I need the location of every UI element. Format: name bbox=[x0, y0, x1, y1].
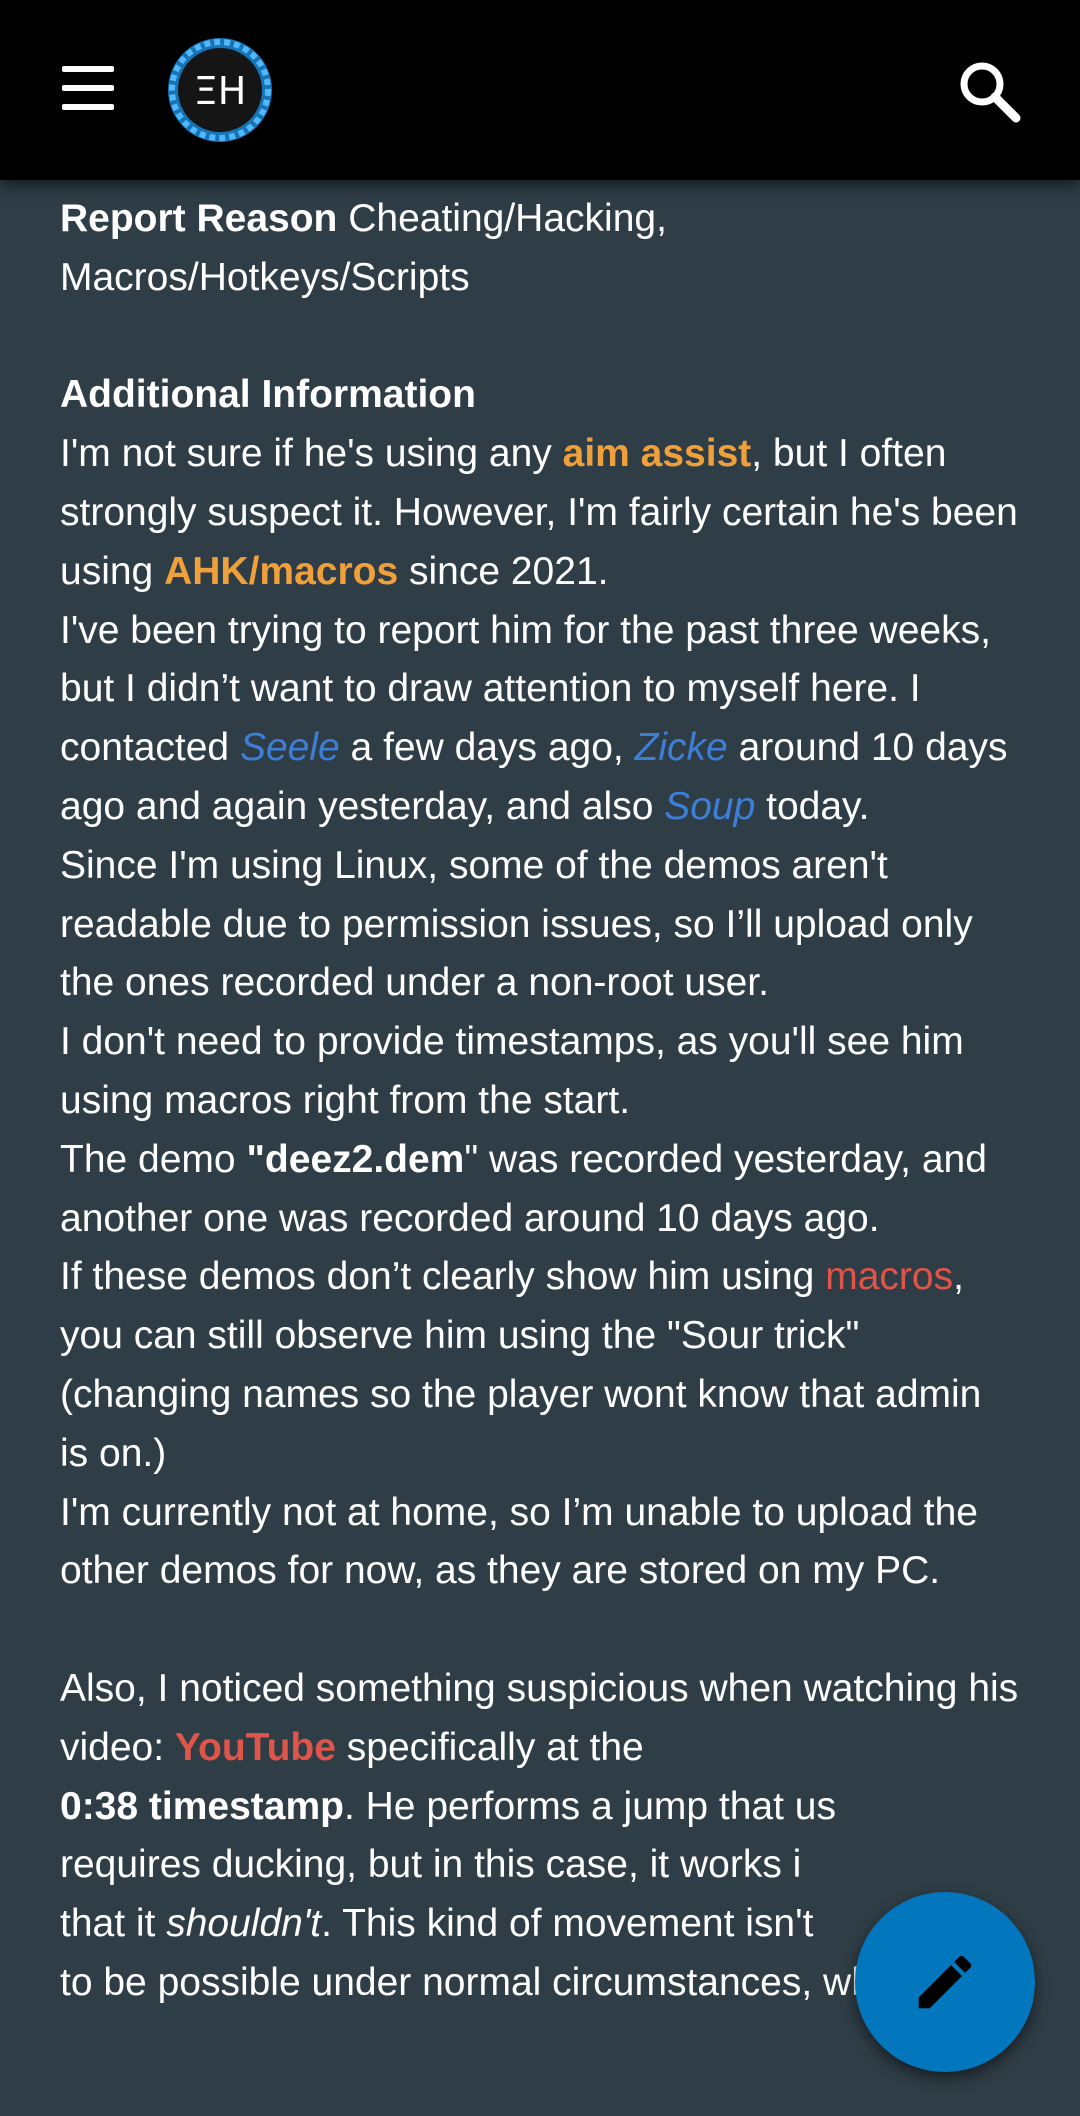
paragraph-3: Since I'm using Linux, some of the demos… bbox=[60, 843, 973, 1005]
text: The demo bbox=[60, 1137, 247, 1181]
text: . This kind of movement isn't bbox=[321, 1902, 814, 1946]
mention-seele[interactable]: Seele bbox=[240, 726, 340, 769]
text: requires ducking, but in this case, it w… bbox=[60, 1843, 802, 1887]
logo-text: ΞH bbox=[194, 69, 247, 113]
emphasis-shouldnt: shouldn't bbox=[166, 1902, 322, 1946]
search-icon bbox=[960, 62, 1021, 123]
mention-soup[interactable]: Soup bbox=[664, 785, 755, 828]
text: a few days ago, bbox=[339, 726, 635, 770]
logo-icon: ΞH bbox=[168, 38, 272, 142]
menu-button[interactable] bbox=[58, 62, 118, 114]
text: that it bbox=[60, 1902, 167, 1946]
ahk-macros-link[interactable]: AHK/macros bbox=[164, 550, 398, 593]
additional-info-heading: Additional Information bbox=[60, 373, 476, 417]
demo-filename: "deez2.dem bbox=[246, 1137, 465, 1181]
mention-zicke[interactable]: Zicke bbox=[635, 726, 728, 769]
text: to be possible under normal circumstance… bbox=[60, 1960, 923, 2004]
macros-link[interactable]: macros bbox=[825, 1255, 953, 1298]
pencil-icon bbox=[918, 1955, 972, 2009]
site-logo[interactable]: ΞH bbox=[162, 32, 278, 148]
menu-line bbox=[62, 85, 114, 91]
text: specifically at the bbox=[335, 1725, 644, 1769]
report-reason-label: Report Reason bbox=[60, 197, 338, 240]
text: I'm not sure if he's using any bbox=[60, 432, 563, 476]
additional-info-label: Additional Information bbox=[60, 366, 1020, 425]
paragraph-4: I don't need to provide timestamps, as y… bbox=[60, 1020, 964, 1122]
paragraph-2: I've been trying to report him for the p… bbox=[60, 602, 1020, 837]
search-button[interactable] bbox=[954, 56, 1024, 126]
youtube-link[interactable]: YouTube bbox=[175, 1726, 336, 1769]
paragraph-6: If these demos don’t clearly show him us… bbox=[60, 1248, 1020, 1483]
report-reason: Report Reason Cheating/Hacking, Macros/H… bbox=[60, 190, 1020, 308]
compose-reply-button[interactable] bbox=[855, 1892, 1035, 2072]
video-timestamp: 0:38 timestamp bbox=[60, 1784, 344, 1828]
menu-line bbox=[62, 104, 114, 110]
paragraph-7: I'm currently not at home, so I’m unable… bbox=[60, 1490, 978, 1593]
aim-assist-link[interactable]: aim assist bbox=[563, 432, 752, 475]
post-content: Report Reason Cheating/Hacking, Macros/H… bbox=[60, 190, 1020, 2013]
text: since 2021. bbox=[398, 549, 609, 593]
paragraph-5: The demo "deez2.dem" was recorded yester… bbox=[60, 1131, 1020, 1249]
top-app-bar: ΞH bbox=[0, 0, 1080, 180]
hamburger-menu-icon bbox=[62, 66, 114, 72]
paragraph-1: I'm not sure if he's using any aim assis… bbox=[60, 425, 1020, 601]
text: today. bbox=[755, 784, 870, 828]
text: If these demos don’t clearly show him us… bbox=[60, 1255, 826, 1299]
text: . He performs a jump that us bbox=[343, 1784, 836, 1828]
